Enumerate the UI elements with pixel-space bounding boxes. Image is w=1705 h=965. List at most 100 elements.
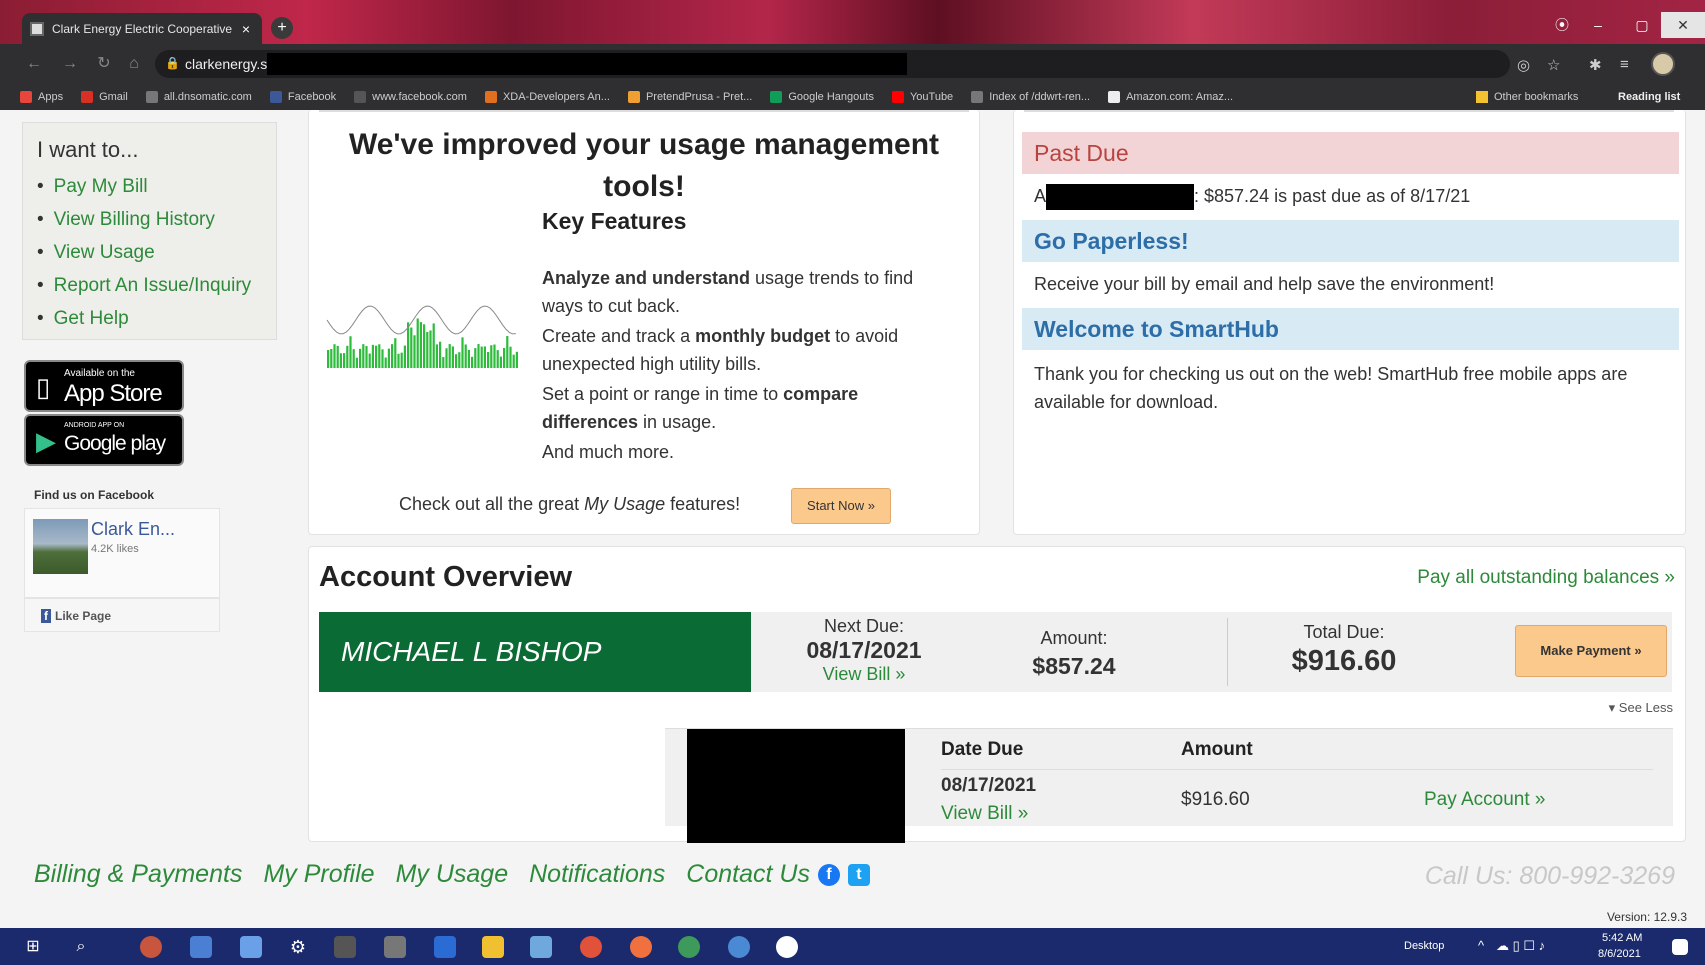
see-less-toggle[interactable]: ▾ See Less [1609,700,1673,716]
chart-bar [439,341,442,368]
clock-time[interactable]: 5:42 AM [1602,932,1642,944]
footer-link-billing[interactable]: Billing & Payments [34,860,242,889]
like-page-label: Like Page [55,609,112,623]
quick-link-get-help[interactable]: Get Help [37,307,251,340]
search-icon[interactable]: ⌕ [70,936,92,958]
app-icon[interactable] [140,936,162,958]
feature-analyze: Analyze and understand usage trends to f… [542,264,957,320]
facebook-page-thumbnail[interactable] [33,519,88,574]
bookmark-label: PretendPrusa - Pret... [645,91,753,103]
bookmark-item[interactable]: XDA-Developers An... [484,91,610,103]
bookmark-item[interactable]: YouTube [891,91,954,103]
start-now-button[interactable]: Start Now » [791,488,891,524]
view-bill-link[interactable]: View Bill » [789,664,939,685]
chrome-icon[interactable] [678,936,700,958]
pay-account-link[interactable]: Pay Account » [1424,789,1545,811]
quick-link-view-usage[interactable]: View Usage [37,241,251,274]
close-window-icon[interactable]: ✕ [1661,12,1705,38]
pay-all-balances-link[interactable]: Pay all outstanding balances » [1417,567,1675,589]
past-due-text: : $857.24 is past due as of 8/17/21 [1194,186,1471,206]
make-payment-button[interactable]: Make Payment » [1515,625,1667,677]
other-bookmarks[interactable]: Other bookmarks [1476,84,1578,110]
address-bar-row: ← → ↻ ⌂ 🔒 clarkenergy.s ◎ ☆ ✱ ≡ [0,44,1705,84]
bookmark-label: Apps [38,91,64,103]
chrome-icon[interactable] [630,936,652,958]
maximize-icon[interactable]: ▢ [1620,12,1664,38]
app-icon[interactable] [776,936,798,958]
home-icon[interactable]: ⌂ [124,54,144,74]
footer-link-notifications[interactable]: Notifications [529,860,665,889]
bookmark-item[interactable]: Google Hangouts [770,91,874,103]
reading-list[interactable]: Reading list [1618,84,1680,110]
footer-link-contact[interactable]: Contact Us [686,860,810,889]
minimize-icon[interactable]: – [1576,12,1620,38]
window-icon[interactable] [384,936,406,958]
app-icon[interactable] [190,936,212,958]
chart-bar [355,357,358,368]
detail-view-bill-link[interactable]: View Bill » [941,803,1028,825]
tab-close-icon[interactable]: × [238,21,254,37]
bookmark-item[interactable]: all.dnsomatic.com [145,91,252,103]
past-due-prefix: A [1034,186,1047,206]
app-store-badge[interactable]: ▯ Available on the App Store [24,360,184,412]
bookmark-star-icon[interactable]: ☆ [1547,56,1560,74]
quick-link-report-issue[interactable]: Report An Issue/Inquiry [37,274,252,307]
terminal-icon[interactable] [334,936,356,958]
promo-post: features! [665,494,741,514]
facebook-like-page-button[interactable]: f Like Page [24,598,220,632]
windows-start-icon[interactable]: ⊞ [22,936,44,958]
bookmark-item[interactable]: Gmail [81,91,128,103]
app-icon[interactable] [434,936,456,958]
bookmark-item[interactable]: PretendPrusa - Pret... [627,91,753,103]
facebook-page-widget[interactable]: Clark En... 4.2K likes [24,508,220,598]
app-icon[interactable] [240,936,262,958]
back-icon[interactable]: ← [24,54,44,74]
past-due-banner: Past Due [1022,132,1679,174]
footer-link-profile[interactable]: My Profile [263,860,374,889]
facebook-page-name[interactable]: Clark En... [91,519,175,540]
google-play-text: Google play [64,432,166,455]
facebook-icon[interactable]: f [817,863,840,886]
reading-mode-icon[interactable]: ≡ [1620,56,1629,73]
settings-gear-icon[interactable]: ⚙ [287,936,309,958]
app-icon[interactable] [530,936,552,958]
profile-avatar[interactable] [1651,52,1675,76]
chrome-icon[interactable] [728,936,750,958]
clock-date[interactable]: 8/6/2021 [1598,948,1641,960]
chart-bar [387,348,390,368]
notifications-icon[interactable] [1672,939,1688,955]
extensions-icon[interactable]: ✱ [1589,56,1602,74]
bookmark-item[interactable]: Apps [20,91,63,103]
quick-link-billing-history[interactable]: View Billing History [37,208,251,241]
google-play-badge[interactable]: ▶ ANDROID APP ON Google play [24,414,184,466]
bookmark-favicon-icon [81,91,94,103]
chart-bar [445,348,448,368]
url-bar[interactable]: 🔒 clarkenergy.s [155,50,1510,78]
chart-bar [413,335,416,368]
desktop-toolbar[interactable]: Desktop [1404,940,1444,952]
chart-bar [471,356,474,368]
chart-bar [490,345,493,368]
tray-icons[interactable]: ☁ ▯ ☐ ♪ [1496,938,1545,954]
notices-card: Past Due A : $857.24 is past due as of 8/… [1013,110,1686,535]
redaction-box [1046,184,1195,211]
new-tab-button[interactable]: + [271,17,293,39]
quick-link-pay-bill[interactable]: Pay My Bill [37,175,251,208]
tray-overflow-icon[interactable]: ^ [1478,938,1484,953]
chart-bar [442,357,445,368]
reload-icon[interactable]: ↻ [94,54,114,74]
file-explorer-icon[interactable] [482,936,504,958]
footer-link-usage[interactable]: My Usage [396,860,509,889]
bookmark-item[interactable]: Amazon.com: Amaz... [1108,91,1233,103]
tracking-protection-icon[interactable]: ◎ [1517,56,1530,74]
bookmark-item[interactable]: Index of /ddwrt-ren... [971,91,1090,103]
chart-bar [407,322,410,368]
bookmark-label: YouTube [909,91,954,103]
chrome-icon[interactable] [580,936,602,958]
twitter-icon[interactable]: t [847,863,870,886]
bookmark-item[interactable]: www.facebook.com [354,91,467,103]
browser-tab[interactable]: Clark Energy Electric Cooperative × [22,13,262,44]
forward-icon[interactable]: → [60,54,80,74]
google-play-small-text: ANDROID APP ON [64,422,125,429]
bookmark-item[interactable]: Facebook [269,91,336,103]
